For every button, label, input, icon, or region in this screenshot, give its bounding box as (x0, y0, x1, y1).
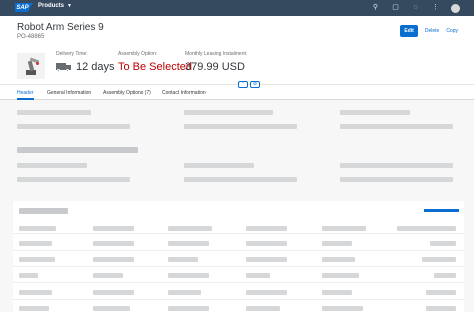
shell-bar: SAP Products ▼ ⚲ ▢ ◌ ⋮ (0, 0, 474, 16)
kpi-label: Delivery Time: (56, 51, 88, 57)
table-cell-placeholder (19, 306, 49, 311)
loading-placeholder (17, 163, 87, 168)
table-header-placeholder (168, 226, 212, 231)
product-label: Products (38, 3, 65, 9)
page-title: Robot Arm Series 9 (17, 22, 104, 33)
loading-placeholder (340, 110, 410, 115)
table-cell-placeholder (19, 290, 52, 295)
table-cell-placeholder (19, 241, 52, 246)
tab-assembly-options[interactable]: Assembly Options (7) (103, 90, 151, 96)
tab-general-information[interactable]: General Information (47, 90, 91, 96)
table-cell-placeholder (426, 306, 456, 311)
loading-placeholder (17, 110, 91, 115)
object-header: Robot Arm Series 9 PO-48865 Edit Delete … (0, 16, 474, 84)
row-separator (13, 266, 464, 267)
table-cell-placeholder (322, 273, 359, 278)
table-cell-placeholder (322, 257, 355, 262)
delete-button[interactable]: Delete (425, 28, 439, 34)
loading-placeholder (184, 124, 297, 129)
table-cell-placeholder (93, 306, 130, 311)
table-header-placeholder (322, 226, 366, 231)
table-cell-placeholder (246, 257, 287, 262)
table-cell-placeholder (19, 273, 38, 278)
edit-button[interactable]: Edit (400, 25, 418, 37)
table-cell-placeholder (246, 273, 270, 278)
table-cell-placeholder (246, 306, 280, 311)
sap-logo[interactable]: SAP (15, 3, 33, 12)
table-cell-placeholder (93, 290, 134, 295)
loading-placeholder (19, 208, 68, 214)
table-cell-placeholder (19, 257, 55, 262)
table-cell-placeholder (168, 257, 198, 262)
loading-placeholder (17, 147, 138, 153)
table-header-placeholder (19, 226, 56, 231)
copy-button[interactable]: Copy (446, 28, 458, 34)
table-panel (13, 201, 464, 312)
table-cell-placeholder (322, 306, 363, 311)
loading-placeholder (184, 110, 273, 115)
table-cell-placeholder (168, 241, 209, 246)
pin-header-icon[interactable]: ⊘ (250, 81, 260, 88)
row-separator (13, 299, 464, 300)
tab-contact-information[interactable]: Contact Information (162, 90, 206, 96)
product-switcher[interactable]: Products ▼ (38, 3, 72, 9)
kpi-monthly-leasing: Monthly Leasing Instalment: 379.99 USD (185, 51, 247, 73)
kpi-label: Monthly Leasing Instalment: (185, 51, 248, 57)
loading-placeholder (340, 124, 453, 129)
table-cell-placeholder (246, 241, 287, 246)
tab-header[interactable]: Header (17, 90, 33, 96)
search-icon[interactable]: ⚲ (371, 2, 380, 14)
kpi-value: 12 days (76, 61, 115, 73)
table-cell-placeholder (322, 241, 352, 246)
table-cell-placeholder (168, 273, 209, 278)
row-separator (13, 233, 464, 234)
collapse-header-icon[interactable]: ⌃ (238, 81, 248, 88)
table-cell-placeholder (168, 306, 209, 311)
kpi-value: To Be Selected (118, 61, 192, 73)
row-separator (13, 282, 464, 283)
table-cell-placeholder (93, 257, 134, 262)
table-cell-placeholder (422, 257, 456, 262)
row-separator (13, 250, 464, 251)
loading-placeholder (184, 163, 254, 168)
tab-bar: Header General Information Assembly Opti… (0, 84, 474, 100)
table-cell-placeholder (430, 241, 456, 246)
avatar[interactable] (451, 3, 460, 13)
table-cell-placeholder (426, 290, 456, 295)
loading-placeholder (17, 177, 130, 182)
table-header-placeholder (397, 226, 456, 231)
loading-placeholder (340, 163, 453, 168)
chevron-down-icon: ▼ (67, 3, 72, 9)
table-cell-placeholder (322, 290, 352, 295)
loading-placeholder (340, 177, 453, 182)
notifications-icon[interactable]: ▢ (391, 2, 400, 14)
table-cell-placeholder (246, 290, 287, 295)
grid-icon[interactable]: ⋮ (431, 2, 440, 14)
loading-placeholder (17, 124, 130, 129)
kpi-value: 379.99 USD (185, 61, 245, 73)
table-header-placeholder (93, 226, 134, 231)
table-cell-placeholder (434, 273, 456, 278)
help-icon[interactable]: ◌ (411, 2, 420, 14)
active-tab-indicator (17, 98, 34, 100)
kpi-assembly-option: Assembly Option: To Be Selected (118, 51, 192, 73)
truck-icon (56, 62, 72, 72)
product-image (17, 53, 45, 79)
table-cell-placeholder (168, 290, 201, 295)
table-toolbar-action[interactable] (424, 209, 459, 212)
loading-placeholder (184, 177, 297, 182)
kpi-delivery-time: Delivery Time: 12 days (56, 51, 115, 73)
table-header-placeholder (246, 226, 287, 231)
kpi-label: Assembly Option: (118, 51, 158, 57)
table-cell-placeholder (93, 241, 134, 246)
page-subtitle: PO-48865 (17, 34, 45, 40)
header-actions: Edit Delete Copy (400, 25, 458, 37)
header-collapse-controls: ⌃ ⊘ (238, 81, 260, 88)
table-cell-placeholder (93, 273, 123, 278)
